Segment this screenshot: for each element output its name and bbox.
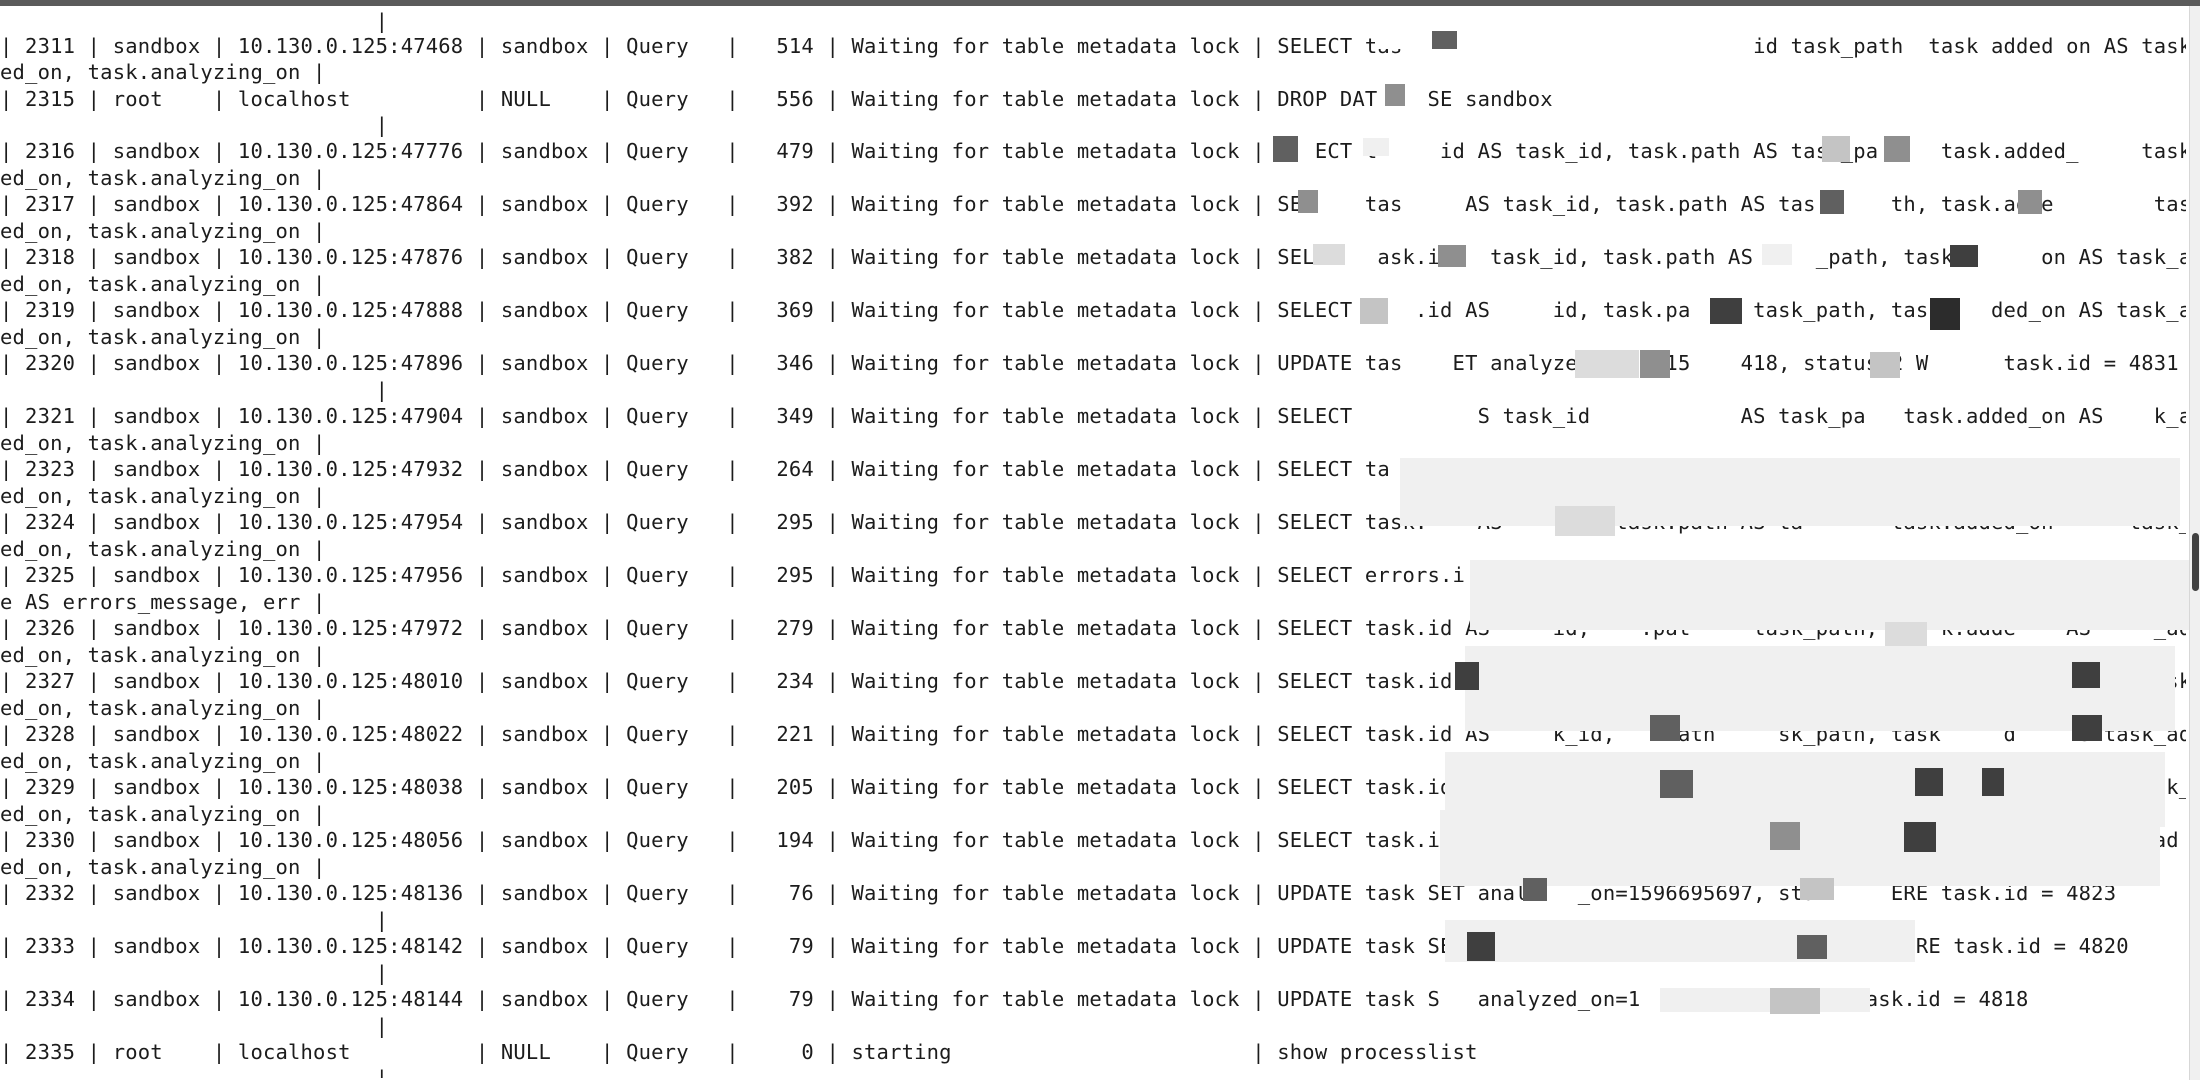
processlist-row: | 2311 | sandbox | 10.130.0.125:47468 | … <box>0 34 2186 58</box>
processlist-row: | 2315 | root | localhost | NULL | Query… <box>0 87 1553 111</box>
processlist-row: | 2324 | sandbox | 10.130.0.125:47954 | … <box>0 510 2186 534</box>
wrapped-query-text: ed_on, task.analyzing_on | <box>0 60 326 84</box>
processlist-row: | 2332 | sandbox | 10.130.0.125:48136 | … <box>0 881 2117 905</box>
processlist-row: | 2328 | sandbox | 10.130.0.125:48022 | … <box>0 722 2186 746</box>
processlist-row: | 2321 | sandbox | 10.130.0.125:47904 | … <box>0 404 2186 428</box>
wrapped-query-text: ed_on, task.analyzing_on | <box>0 749 326 773</box>
wrapped-query-text: ed_on, task.analyzing_on | <box>0 696 326 720</box>
wrapped-query-text: ed_on, task.analyzing_on | <box>0 484 326 508</box>
wrapped-query-text: ed_on, task.analyzing_on | <box>0 166 326 190</box>
window-top-edge <box>0 0 2200 6</box>
vertical-scrollbar[interactable] <box>2189 6 2200 1080</box>
wrapped-query-text: ed_on, task.analyzing_on | <box>0 537 326 561</box>
wrapped-query-text: e AS errors_message, err | <box>0 590 326 614</box>
wrapped-query-text: ed_on, task.analyzing_on | <box>0 643 326 667</box>
wrapped-query-text: ed_on, task.analyzing_on | <box>0 802 326 826</box>
scrollbar-thumb[interactable] <box>2192 533 2199 591</box>
terminal-line: | <box>0 1066 389 1078</box>
processlist-row: | 2327 | sandbox | 10.130.0.125:48010 | … <box>0 669 2186 693</box>
terminal-line: | <box>0 1014 389 1038</box>
terminal-line: | <box>0 113 389 137</box>
processlist-row: | 2329 | sandbox | 10.130.0.125:48038 | … <box>0 775 2186 799</box>
processlist-row: | 2323 | sandbox | 10.130.0.125:47932 | … <box>0 457 2179 481</box>
processlist-row: | 2325 | sandbox | 10.130.0.125:47956 | … <box>0 563 2129 587</box>
processlist-row: | 2320 | sandbox | 10.130.0.125:47896 | … <box>0 351 2179 375</box>
processlist-row: | 2318 | sandbox | 10.130.0.125:47876 | … <box>0 245 2186 269</box>
wrapped-query-text: ed_on, task.analyzing_on | <box>0 272 326 296</box>
processlist-row: | 2319 | sandbox | 10.130.0.125:47888 | … <box>0 298 2186 322</box>
terminal-line: | <box>0 961 389 985</box>
processlist-row: | 2316 | sandbox | 10.130.0.125:47776 | … <box>0 139 2186 163</box>
wrapped-query-text: ed_on, task.analyzing_on | <box>0 431 326 455</box>
terminal-line: | <box>0 9 389 33</box>
processlist-row: | 2330 | sandbox | 10.130.0.125:48056 | … <box>0 828 2179 852</box>
processlist-row: | 2326 | sandbox | 10.130.0.125:47972 | … <box>0 616 2186 640</box>
processlist-row: | 2333 | sandbox | 10.130.0.125:48142 | … <box>0 934 2129 958</box>
processlist-row: | 2334 | sandbox | 10.130.0.125:48144 | … <box>0 987 2029 1011</box>
terminal-line: | <box>0 378 389 402</box>
wrapped-query-text: ed_on, task.analyzing_on | <box>0 855 326 879</box>
wrapped-query-text: ed_on, task.analyzing_on | <box>0 219 326 243</box>
terminal-output[interactable]: | | 2311 | sandbox | 10.130.0.125:47468 … <box>0 8 2186 1078</box>
terminal-line: | <box>0 908 389 932</box>
wrapped-query-text: ed_on, task.analyzing_on | <box>0 325 326 349</box>
processlist-row: | 2335 | root | localhost | NULL | Query… <box>0 1040 1478 1064</box>
processlist-row: | 2317 | sandbox | 10.130.0.125:47864 | … <box>0 192 2186 216</box>
